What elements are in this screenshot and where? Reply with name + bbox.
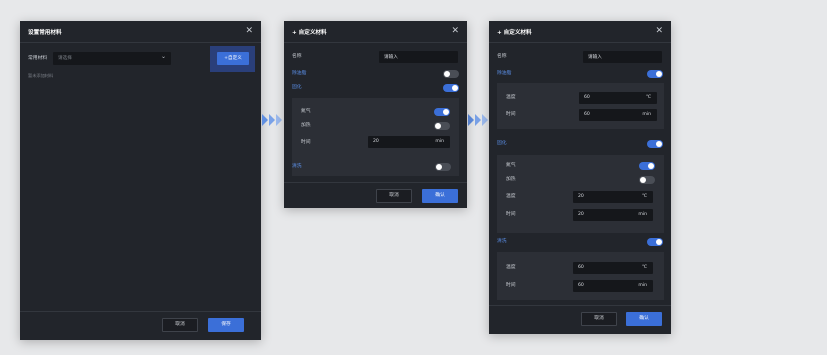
clean-temp-input[interactable]: 60 ℃: [573, 262, 653, 274]
close-icon[interactable]: ✕: [655, 26, 663, 36]
add-custom-button[interactable]: +自定义: [217, 52, 249, 65]
clean-time-value: 60: [578, 283, 584, 288]
cure-toggle[interactable]: [647, 140, 663, 148]
chevron-down-icon: ⌄: [160, 53, 166, 60]
name-input[interactable]: 请输入: [379, 51, 458, 63]
heating-toggle[interactable]: [434, 122, 450, 130]
cure-time-unit: min: [638, 212, 647, 217]
heating-toggle[interactable]: [639, 176, 655, 184]
clean-toggle[interactable]: [435, 163, 451, 171]
clean-toggle[interactable]: [647, 238, 663, 246]
clean-label: 清洗: [497, 239, 507, 244]
cure-label: 固化: [497, 141, 507, 146]
cure-settings-panel: 氮气 加热 温度 20 ℃ 时间 20 min: [497, 155, 664, 233]
time-unit: min: [642, 112, 651, 117]
nitrogen-label: 氮气: [301, 109, 311, 114]
dialog-header: 设置常用材料 ✕: [20, 21, 261, 43]
time-value: 20: [373, 139, 379, 144]
time-input[interactable]: 20 min: [368, 136, 450, 148]
clean-temp-label: 温度: [506, 265, 516, 270]
cancel-button[interactable]: 取消: [376, 189, 412, 203]
clean-temp-value: 60: [578, 265, 584, 270]
cure-settings-panel: 氮气 加热 时间 20 min: [292, 98, 459, 176]
cure-temp-value: 20: [578, 194, 584, 199]
cancel-button[interactable]: 取消: [581, 312, 617, 326]
footer-divider: [284, 182, 467, 183]
cure-time-label: 时间: [506, 212, 516, 217]
heating-label: 加热: [301, 123, 311, 128]
dialog-header: + 自定义材料 ✕: [284, 21, 467, 43]
temp-input[interactable]: 60 ℃: [579, 92, 657, 104]
cure-temp-unit: ℃: [641, 194, 647, 199]
time-value: 60: [584, 112, 590, 117]
dialog-title: + 自定义材料: [497, 30, 532, 36]
clean-label: 清洗: [292, 164, 302, 169]
degrease-label: 除油脂: [292, 71, 307, 76]
clean-temp-unit: ℃: [641, 265, 647, 270]
degrease-label: 除油脂: [497, 71, 512, 76]
name-label: 名称: [497, 54, 507, 59]
footer-divider: [20, 311, 261, 312]
clean-time-label: 时间: [506, 283, 516, 288]
confirm-button[interactable]: 确认: [422, 189, 458, 203]
save-button[interactable]: 保存: [208, 318, 244, 332]
select-placeholder: 请选择: [58, 56, 72, 61]
footer-divider: [489, 305, 671, 306]
name-placeholder: 请输入: [384, 55, 398, 60]
clean-time-unit: min: [638, 283, 647, 288]
cure-time-input[interactable]: 20 min: [573, 209, 653, 221]
cure-label: 固化: [292, 85, 302, 90]
heating-label: 加热: [506, 177, 516, 182]
nitrogen-toggle[interactable]: [639, 162, 655, 170]
nitrogen-toggle[interactable]: [434, 108, 450, 116]
cure-time-value: 20: [578, 212, 584, 217]
dialog-header: + 自定义材料 ✕: [489, 21, 671, 43]
common-material-label: 常用材料: [28, 56, 48, 61]
flow-arrow-icon: [262, 114, 282, 126]
common-materials-dialog: 设置常用材料 ✕ 常用材料 请选择 ⌄ +自定义 暂未添加材料 取消 保存: [20, 21, 261, 340]
degrease-settings-panel: 温度 60 ℃ 时间 60 min: [497, 83, 664, 129]
degrease-toggle[interactable]: [443, 70, 459, 78]
material-select[interactable]: 请选择 ⌄: [53, 52, 171, 65]
clean-settings-panel: 温度 60 ℃ 时间 60 min: [497, 252, 664, 300]
close-icon[interactable]: ✕: [245, 26, 253, 36]
dialog-title: 设置常用材料: [28, 30, 62, 36]
close-icon[interactable]: ✕: [451, 26, 459, 36]
dialog-title: + 自定义材料: [292, 30, 327, 36]
cure-toggle[interactable]: [443, 84, 459, 92]
empty-hint: 暂未添加材料: [28, 73, 54, 78]
time-label: 时间: [301, 140, 311, 145]
confirm-button[interactable]: 确认: [626, 312, 662, 326]
temp-value: 60: [584, 95, 590, 100]
temp-unit: ℃: [645, 95, 651, 100]
custom-material-dialog-expanded: + 自定义材料 ✕ 名称 请输入 除油脂 温度 60 ℃ 时间 60 min 固…: [489, 21, 671, 334]
time-input[interactable]: 60 min: [579, 109, 657, 121]
name-label: 名称: [292, 54, 302, 59]
cancel-button[interactable]: 取消: [162, 318, 198, 332]
cure-temp-input[interactable]: 20 ℃: [573, 191, 653, 203]
clean-time-input[interactable]: 60 min: [573, 280, 653, 292]
name-input[interactable]: 请输入: [583, 51, 662, 63]
custom-material-dialog: + 自定义材料 ✕ 名称 请输入 除油脂 固化 氮气 加热 时间 20 min …: [284, 21, 467, 208]
nitrogen-label: 氮气: [506, 163, 516, 168]
temp-label: 温度: [506, 95, 516, 100]
cure-temp-label: 温度: [506, 194, 516, 199]
time-unit: min: [435, 139, 444, 144]
time-label: 时间: [506, 112, 516, 117]
name-placeholder: 请输入: [588, 55, 602, 60]
degrease-toggle[interactable]: [647, 70, 663, 78]
